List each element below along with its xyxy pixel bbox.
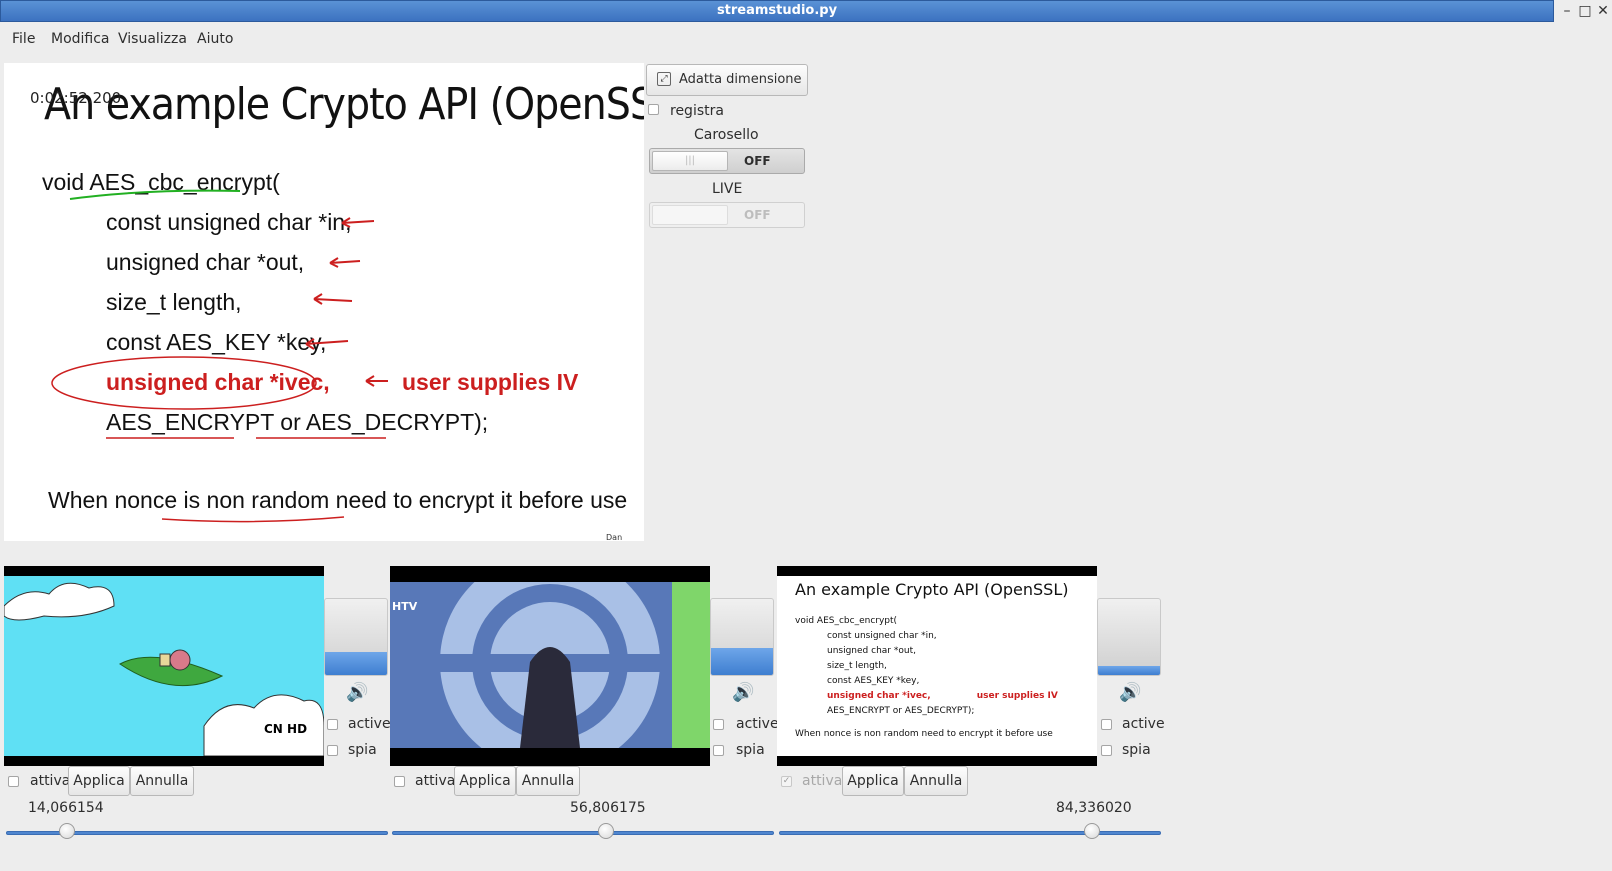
- spy-checkbox-3[interactable]: [1101, 745, 1112, 756]
- spy-label-3: spia: [1122, 742, 1151, 758]
- apply-button-1[interactable]: Applica: [68, 766, 130, 796]
- active-checkbox-3[interactable]: [1101, 719, 1112, 730]
- window-title: streamstudio.py: [716, 3, 838, 18]
- source-preview-3[interactable]: An example Crypto API (OpenSSL) void AES…: [777, 566, 1097, 766]
- cancel-button-1[interactable]: Annulla: [130, 766, 194, 796]
- enable-label-2: attiva: [415, 773, 456, 789]
- live-label: LIVE: [712, 181, 743, 197]
- thumb-annotation: user supplies IV: [976, 691, 1058, 701]
- anime-scene: [430, 566, 710, 766]
- fit-size-label: Adatta dimensione: [679, 72, 802, 87]
- position-slider-2[interactable]: [392, 831, 774, 835]
- thumb-line: const AES_KEY *key,: [827, 676, 920, 686]
- thumb-line-highlight: unsigned char *ivec,: [827, 691, 931, 701]
- active-label-3: active: [1122, 716, 1165, 732]
- thumb-slide-body: void AES_cbc_encrypt( const unsigned cha…: [795, 614, 1058, 742]
- carousel-label: Carosello: [694, 127, 759, 143]
- apply-button-3[interactable]: Applica: [842, 766, 904, 796]
- spy-label-2: spia: [736, 742, 765, 758]
- enable-checkbox-1[interactable]: [8, 776, 19, 787]
- slide-thumbnail: An example Crypto API (OpenSSL) void AES…: [777, 576, 1097, 756]
- cancel-button-3[interactable]: Annulla: [904, 766, 968, 796]
- volume-slider-3[interactable]: [1097, 598, 1161, 676]
- main-video-view[interactable]: An example Crypto API (OpenSSL) 0:02:52.…: [4, 63, 644, 541]
- cancel-button-2[interactable]: Annulla: [516, 766, 580, 796]
- position-slider-3[interactable]: [779, 831, 1161, 835]
- source-value-2: 56,806175: [570, 800, 646, 816]
- volume-fill: [1098, 665, 1160, 675]
- enable-checkbox-2[interactable]: [394, 776, 405, 787]
- maximize-icon[interactable]: □: [1578, 4, 1592, 18]
- live-switch[interactable]: OFF: [649, 202, 805, 228]
- active-checkbox-1[interactable]: [327, 719, 338, 730]
- slider-knob-1[interactable]: [59, 823, 76, 839]
- speaker-icon[interactable]: 🔊: [1119, 682, 1141, 703]
- slide-annotations: [51, 189, 388, 523]
- enable-label-1: attiva: [30, 773, 71, 789]
- fit-size-button[interactable]: ⤢ Adatta dimensione: [646, 64, 808, 96]
- minimize-icon[interactable]: –: [1560, 4, 1574, 18]
- switch-knob: [652, 205, 728, 225]
- thumb-line: size_t length,: [827, 661, 887, 671]
- slider-knob-2[interactable]: [597, 823, 614, 839]
- thumb-line: unsigned char *ivec, user supplies IV: [795, 689, 1058, 704]
- tv-logo: CN HD: [262, 722, 310, 736]
- thumb-line: void AES_cbc_encrypt(: [795, 616, 898, 626]
- fit-icon: ⤢: [657, 72, 671, 86]
- record-label: registra: [670, 103, 724, 119]
- window-controls: – □ ✕: [1560, 4, 1612, 20]
- anime-frame: [390, 566, 710, 766]
- volume-slider-2[interactable]: [710, 598, 774, 676]
- slider-knob-3[interactable]: [1084, 823, 1101, 839]
- speaker-icon[interactable]: 🔊: [346, 682, 368, 703]
- apply-button-2[interactable]: Applica: [454, 766, 516, 796]
- menu-aiuto[interactable]: Aiuto: [197, 31, 233, 47]
- thumb-slide-title: An example Crypto API (OpenSSL): [795, 580, 1069, 599]
- active-label-2: active: [736, 716, 779, 732]
- carousel-state: OFF: [744, 154, 771, 168]
- tv-logo: HTV: [392, 600, 418, 613]
- menu-visualizza[interactable]: Visualizza: [118, 31, 187, 47]
- speaker-icon[interactable]: 🔊: [732, 682, 754, 703]
- menu-bar: File Modifica Visualizza Aiuto: [0, 26, 1612, 52]
- spy-checkbox-1[interactable]: [327, 745, 338, 756]
- source-value-1: 14,066154: [28, 800, 104, 816]
- thumb-line: const unsigned char *in,: [827, 631, 937, 641]
- thumb-line: unsigned char *out,: [827, 646, 916, 656]
- carousel-switch[interactable]: ||| OFF: [649, 148, 805, 174]
- source-preview-2[interactable]: HTV: [390, 566, 710, 766]
- active-checkbox-2[interactable]: [713, 719, 724, 730]
- enable-label-3: attiva: [802, 773, 843, 789]
- window-titlebar[interactable]: streamstudio.py: [0, 0, 1554, 22]
- thumb-line: AES_ENCRYPT or AES_DECRYPT);: [827, 706, 975, 716]
- volume-slider-1[interactable]: [324, 598, 388, 676]
- close-icon[interactable]: ✕: [1596, 4, 1610, 18]
- volume-fill: [711, 648, 773, 675]
- thumb-footer: When nonce is non random need to encrypt…: [795, 729, 1053, 739]
- active-label-1: active: [348, 716, 391, 732]
- volume-fill: [325, 652, 387, 675]
- switch-knob: |||: [652, 151, 728, 171]
- menu-file[interactable]: File: [12, 31, 35, 47]
- live-state: OFF: [744, 208, 771, 222]
- source-preview-1[interactable]: CN HD: [4, 566, 324, 766]
- spy-checkbox-2[interactable]: [713, 745, 724, 756]
- enable-checkbox-3[interactable]: ✓: [781, 776, 792, 787]
- menu-modifica[interactable]: Modifica: [51, 31, 110, 47]
- record-checkbox[interactable]: [648, 104, 659, 115]
- source-value-3: 84,336020: [1056, 800, 1132, 816]
- spy-label-1: spia: [348, 742, 377, 758]
